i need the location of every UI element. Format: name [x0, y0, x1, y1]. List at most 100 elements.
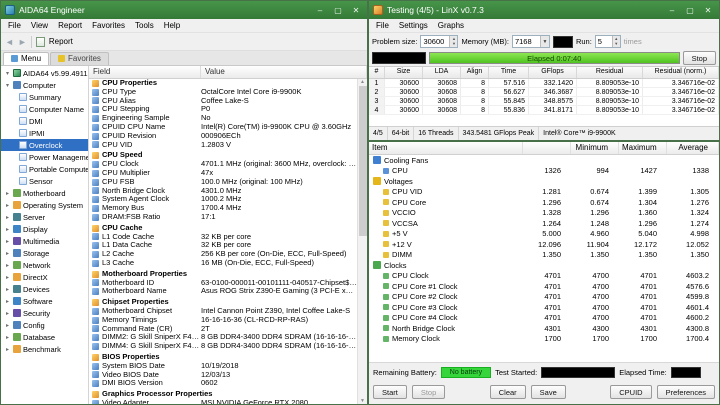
sensor-item-memory-clock[interactable]: Memory Clock 1700 1700 1700 1700.4 [369, 334, 719, 345]
sensor-item-dimm[interactable]: DIMM 1.350 1.350 1.350 1.350 [369, 250, 719, 261]
maximize-icon[interactable]: ▢ [331, 6, 345, 15]
minimize-icon[interactable]: – [313, 6, 327, 15]
field-row-l2-cache[interactable]: L2 Cache 256 KB per core (On-Die, ECC, Fu… [89, 250, 357, 259]
menu-help[interactable]: Help [159, 21, 185, 30]
menu-report[interactable]: Report [53, 21, 87, 30]
sensor-item-12-v[interactable]: +12 V 12.096 11.904 12.172 12.052 [369, 239, 719, 250]
preferences-button[interactable]: Preferences [656, 385, 716, 399]
field-row-cpu-clock[interactable]: CPU Clock 4701.1 MHz (original: 3600 MHz,… [89, 160, 357, 169]
tree-item-network[interactable]: ▸ Network [1, 259, 88, 271]
menu-settings[interactable]: Settings [394, 21, 433, 30]
tree-item-dmi[interactable]: DMI [1, 115, 88, 127]
problem-size-input[interactable]: 30600 ▲ ▼ [420, 35, 459, 48]
save-button[interactable]: Save [530, 385, 566, 399]
tree-item-devices[interactable]: ▸ Devices [1, 283, 88, 295]
sensor-item-vccsa[interactable]: VCCSA 1.264 1.248 1.296 1.274 [369, 218, 719, 229]
field-row-l3-cache[interactable]: L3 Cache 16 MB (On-Die, ECC, Full-Speed) [89, 259, 357, 268]
sensor-item-cpu-core[interactable]: CPU Core 1.296 0.674 1.304 1.276 [369, 197, 719, 208]
forward-icon[interactable]: ► [18, 37, 27, 47]
linx-titlebar[interactable]: Testing (4/5) - LinX v0.7.3 – ▢ ✕ [369, 1, 719, 19]
tree-item-operating-system[interactable]: ▸ Operating System [1, 199, 88, 211]
report-button[interactable]: Report [49, 37, 73, 46]
column-header-time[interactable]: Time [489, 67, 529, 78]
column-header-size[interactable]: Size [385, 67, 423, 78]
section-header-bios-properties[interactable]: BIOS Properties [89, 353, 357, 362]
cpuid-button[interactable]: CPUID [610, 385, 652, 399]
tab-menu[interactable]: Menu [3, 52, 50, 65]
column-header-current[interactable] [523, 142, 571, 154]
field-row-cpu-vid[interactable]: CPU VID 1.2803 V [89, 141, 357, 150]
tree-item-security[interactable]: ▸ Security [1, 307, 88, 319]
dropdown-icon[interactable]: ▼ [539, 36, 549, 47]
field-row-video-bios-date[interactable]: Video BIOS Date 12/03/13 [89, 371, 357, 380]
run-count-input[interactable]: 5 ▲ ▼ [594, 35, 621, 48]
tab-favorites[interactable]: Favorites [50, 52, 109, 65]
tree-item-motherboard[interactable]: ▸ Motherboard [1, 187, 88, 199]
sensor-item-cpu-clock[interactable]: CPU Clock 4701 4700 4701 4603.2 [369, 271, 719, 282]
column-header-align[interactable]: Align [461, 67, 489, 78]
maximize-icon[interactable]: ▢ [683, 6, 697, 15]
menu-tools[interactable]: Tools [130, 21, 159, 30]
tree-root[interactable]: ▾ AIDA64 v5.99.4911 Beta [1, 67, 88, 79]
start-button[interactable]: Start [373, 385, 407, 399]
tree-item-summary[interactable]: Summary [1, 91, 88, 103]
close-icon[interactable]: ✕ [349, 6, 363, 15]
column-header-field[interactable]: Field [89, 66, 201, 78]
back-icon[interactable]: ◄ [5, 37, 14, 47]
field-row-l1-code-cache[interactable]: L1 Code Cache 32 KB per core [89, 233, 357, 242]
scroll-down-icon[interactable]: ▼ [360, 398, 365, 404]
tree-item-sensor[interactable]: Sensor [1, 175, 88, 187]
tree-item-benchmark[interactable]: ▸ Benchmark [1, 343, 88, 355]
field-row-cpuid-cpu-name[interactable]: CPUID CPU Name Intel(R) Core(TM) i9-9900K… [89, 123, 357, 132]
tree-item-storage[interactable]: ▸ Storage [1, 247, 88, 259]
sensor-item-cpu-core-4-clock[interactable]: CPU Core #4 Clock 4701 4700 4701 4600.2 [369, 313, 719, 324]
field-row-north-bridge-clock[interactable]: North Bridge Clock 4301.0 MHz [89, 187, 357, 196]
field-row-video-adapter[interactable]: Video Adapter MSI NVIDIA GeForce RTX 2080 [89, 399, 357, 404]
tree-item-server[interactable]: ▸ Server [1, 211, 88, 223]
section-header-cpu-speed[interactable]: CPU Speed [89, 151, 357, 160]
sensor-item-cpu-core-3-clock[interactable]: CPU Core #3 Clock 4701 4700 4701 4601.4 [369, 302, 719, 313]
menu-file[interactable]: File [3, 21, 26, 30]
menu-view[interactable]: View [26, 21, 53, 30]
section-header-cpu-properties[interactable]: CPU Properties [89, 79, 357, 88]
tree-item-ipmi[interactable]: IPMI [1, 127, 88, 139]
tree-item-software[interactable]: ▸ Software [1, 295, 88, 307]
field-row-command-rate-cr[interactable]: Command Rate (CR) 2T [89, 325, 357, 334]
clear-button[interactable]: Clear [489, 385, 526, 399]
menu-file[interactable]: File [371, 21, 394, 30]
column-header-average[interactable]: Average [667, 142, 719, 154]
field-row-dram-fsb-ratio[interactable]: DRAM:FSB Ratio 17:1 [89, 213, 357, 222]
vertical-scrollbar[interactable]: ▲ ▼ [357, 79, 367, 404]
field-row-dimm2-g-skill-sniperx-f4-3400c16-8gsxw[interactable]: DIMM2: G Skill SniperX F4-3400C16-8GSXW8… [89, 333, 357, 342]
aida64-titlebar[interactable]: AIDA64 Engineer – ▢ ✕ [1, 1, 367, 19]
tree-item-config[interactable]: ▸ Config [1, 319, 88, 331]
spinner-arrows-icon[interactable]: ▲ ▼ [449, 36, 458, 47]
sensor-item-vccio[interactable]: VCCIO 1.328 1.296 1.360 1.324 [369, 208, 719, 219]
field-row-cpuid-revision[interactable]: CPUID Revision 000906ECh [89, 132, 357, 141]
sensor-item-cpu-vid[interactable]: CPU VID 1.281 0.674 1.399 1.305 [369, 187, 719, 198]
field-row-cpu-alias[interactable]: CPU Alias Coffee Lake-S [89, 97, 357, 106]
tree-item-computer[interactable]: ▾ Computer [1, 79, 88, 91]
memory-input[interactable]: 7168 ▼ [511, 35, 550, 48]
tree-item-directx[interactable]: ▸ DirectX [1, 271, 88, 283]
field-row-motherboard-name[interactable]: Motherboard Name Asus ROG Strix Z390-E Ga… [89, 287, 357, 296]
column-header-value[interactable]: Value [201, 66, 367, 78]
tree-item-overclock[interactable]: Overclock [1, 139, 88, 151]
minimize-icon[interactable]: – [665, 6, 679, 15]
column-header-gflops[interactable]: GFlops [529, 67, 577, 78]
sensor-item-5-v[interactable]: +5 V 5.000 4.960 5.040 4.998 [369, 229, 719, 240]
field-row-engineering-sample[interactable]: Engineering Sample No [89, 114, 357, 123]
section-header-motherboard-properties[interactable]: Motherboard Properties [89, 270, 357, 279]
field-row-dimm4-g-skill-sniperx-f4-3400c16-8gsxw[interactable]: DIMM4: G Skill SniperX F4-3400C16-8GSXW8… [89, 342, 357, 351]
sensor-group-clocks[interactable]: Clocks [369, 260, 719, 271]
menu-graphs[interactable]: Graphs [433, 21, 469, 30]
sensor-item-cpu-core-1-clock[interactable]: CPU Core #1 Clock 4701 4700 4701 4576.6 [369, 281, 719, 292]
field-row-cpu-multiplier[interactable]: CPU Multiplier 47x [89, 169, 357, 178]
field-row-memory-timings[interactable]: Memory Timings 16-16-16-36 (CL-RCD-RP-RAS… [89, 316, 357, 325]
tree-item-portable-computer[interactable]: Portable Computer [1, 163, 88, 175]
field-row-system-agent-clock[interactable]: System Agent Clock 1000.2 MHz [89, 195, 357, 204]
field-row-motherboard-id[interactable]: Motherboard ID 63-0100-000011-00101111-04… [89, 279, 357, 288]
field-row-cpu-type[interactable]: CPU Type OctalCore Intel Core i9-9900K [89, 88, 357, 97]
menu-favorites[interactable]: Favorites [87, 21, 130, 30]
tree-item-display[interactable]: ▸ Display [1, 223, 88, 235]
